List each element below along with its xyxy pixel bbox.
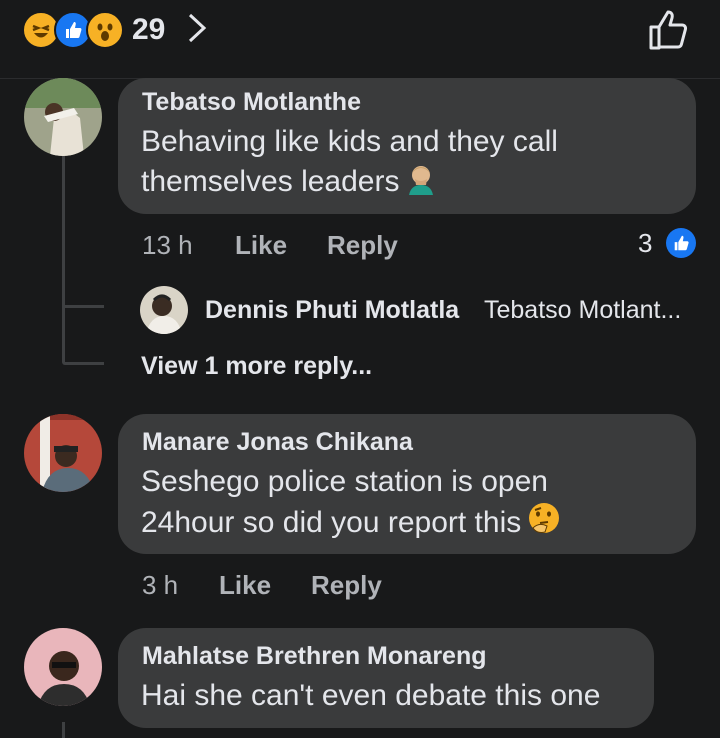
comment-text-line: Behaving like kids and they call [141,125,558,158]
reply-preview[interactable]: Tebatso Motlant... [484,296,681,325]
facepalm-icon [405,163,435,195]
comment-text: themselves leaders [141,165,400,198]
like-post-button[interactable] [646,8,690,57]
comment-text-line: Seshego police station is open [141,465,548,498]
chevron-right-icon[interactable] [187,12,207,49]
comment-text-line: Hai she can't even debate this one [141,679,601,712]
comment-text: 24hour so did you report this [141,506,522,539]
thread-line-branch [62,362,104,365]
avatar[interactable] [24,414,102,492]
comment-time: 3 h [142,570,179,600]
comment-author[interactable]: Manare Jonas Chikana [142,428,413,457]
reply-author[interactable]: Dennis Phuti Motlatla [205,296,459,325]
thread-line-branch [62,305,104,308]
reply-button[interactable]: Reply [311,570,382,601]
comment-author[interactable]: Mahlatse Brethren Monareng [142,642,487,671]
comment-text-line: 24hour so did you report this [141,502,560,543]
comment-time: 13 h [142,230,193,260]
reaction-count: 29 [132,13,166,46]
wow-icon [86,11,124,49]
thread-line [62,150,65,362]
like-label: Like [219,570,272,600]
avatar[interactable] [24,628,102,706]
reactions-summary[interactable]: 29 [22,10,207,50]
reply-button[interactable]: Reply [327,230,398,261]
comment-text-line: themselves leaders [141,162,435,202]
like-count: 3 [638,228,653,258]
like-icon [666,228,696,258]
avatar[interactable] [24,78,102,156]
reactions-bar: 29 [0,0,720,79]
reply-label: Reply [327,230,398,260]
avatar[interactable] [140,286,188,334]
view-more-replies-button[interactable]: View 1 more reply... [141,352,372,381]
like-button[interactable]: Like [235,230,287,261]
like-button[interactable]: Like [219,570,271,601]
thumbs-up-icon [649,10,688,50]
like-label: Like [235,230,288,260]
thread-line [62,722,65,738]
comment-author[interactable]: Tebatso Motlanthe [142,88,361,117]
thinking-icon [527,502,560,533]
reply-label: Reply [311,570,382,600]
